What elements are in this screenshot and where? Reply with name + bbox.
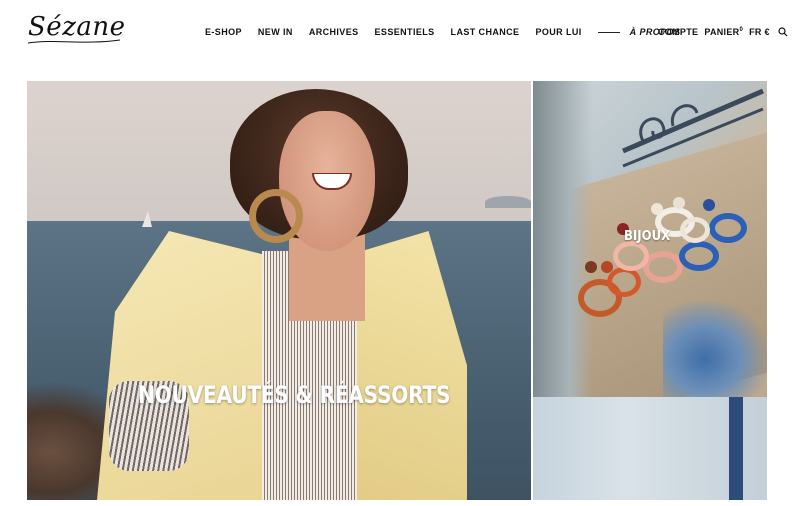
nav-item-new-in[interactable]: NEW IN: [258, 27, 293, 37]
account-nav: COMPTE PANIER0 FR €: [658, 25, 788, 39]
earring-bead-6: [673, 197, 685, 209]
logo-flourish-icon: [27, 39, 121, 44]
nav-item-essentiels[interactable]: ESSENTIELS: [375, 27, 435, 37]
earring-bead-5: [703, 199, 715, 211]
hero-title[interactable]: NOUVEAUTÉS & RÉASSORTS: [138, 381, 451, 409]
earring-bead-1: [585, 261, 597, 273]
nav-item-eshop[interactable]: E-SHOP: [205, 27, 242, 37]
nav-item-pour-lui[interactable]: POUR LUI: [535, 27, 581, 37]
search-icon[interactable]: [778, 27, 788, 37]
sailboat-icon: [142, 211, 152, 227]
curtain-shape: [533, 81, 593, 397]
iron-railing-icon: [622, 88, 764, 168]
blue-post: [729, 397, 743, 500]
blue-paint-patch: [663, 301, 767, 397]
island-shape: [485, 196, 531, 208]
nav-divider: [597, 31, 620, 33]
account-link[interactable]: COMPTE: [658, 27, 698, 37]
main-nav: E-SHOP NEW IN ARCHIVES ESSENTIELS LAST C…: [205, 25, 680, 39]
site-header: Sézane E-SHOP NEW IN ARCHIVES ESSENTIELS…: [0, 0, 800, 70]
nav-item-last-chance[interactable]: LAST CHANCE: [451, 27, 520, 37]
cart-label: PANIER: [704, 27, 740, 37]
locale-selector[interactable]: FR €: [749, 27, 770, 37]
earring-icon: [249, 189, 303, 243]
hero-banner-new-in[interactable]: NOUVEAUTÉS & RÉASSORTS: [27, 81, 531, 500]
earring-ring-6: [709, 213, 747, 243]
earring-ring-3: [643, 251, 683, 283]
side-title[interactable]: BIJOUX: [624, 229, 670, 244]
cart-link[interactable]: PANIER0: [704, 27, 743, 37]
earring-ring-8: [680, 217, 710, 243]
cart-count: 0: [739, 27, 744, 33]
earring-ring-5: [679, 241, 719, 271]
earring-ring-4: [613, 241, 649, 271]
earring-bead-4: [651, 203, 663, 215]
earring-ring-2: [607, 267, 641, 297]
side-banner-bijoux[interactable]: BIJOUX: [533, 81, 767, 500]
nav-item-archives[interactable]: ARCHIVES: [309, 27, 359, 37]
earring-bead-2: [601, 261, 613, 273]
